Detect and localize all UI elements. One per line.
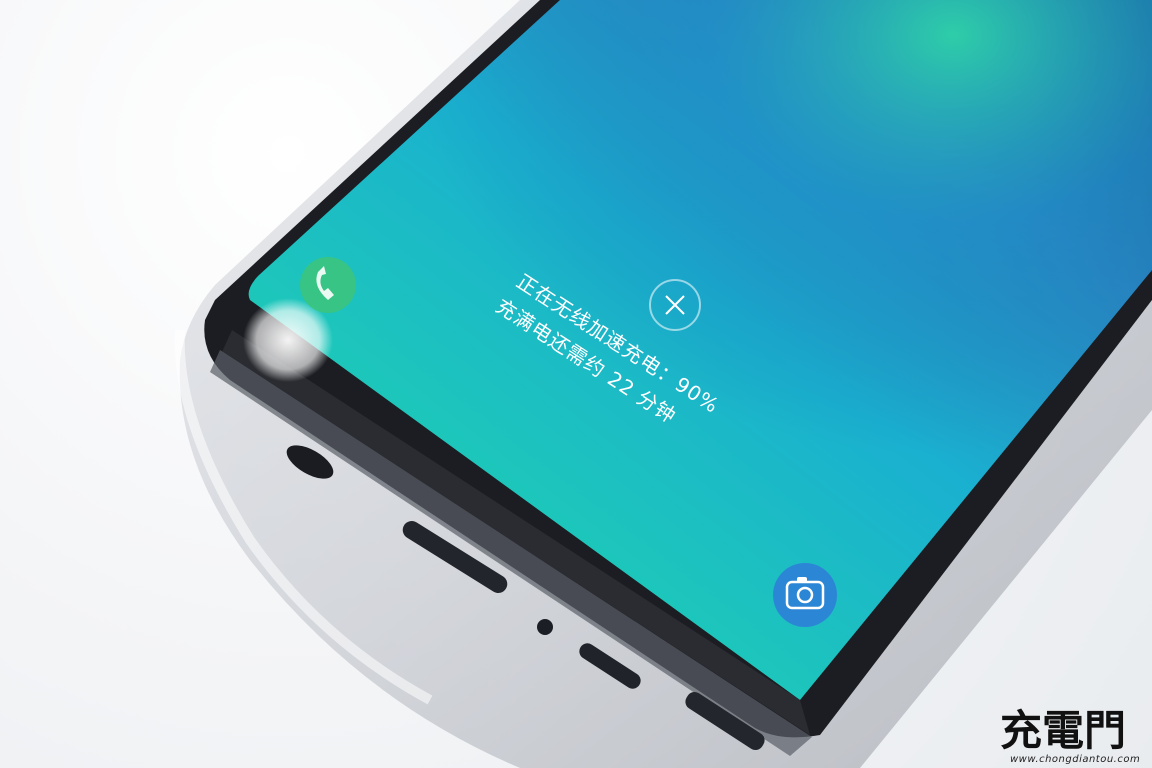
watermark-url: www.chongdiantou.com	[1010, 754, 1140, 765]
phone-call-icon	[300, 257, 356, 313]
camera-icon	[773, 563, 837, 627]
watermark-brand: 充電門	[1000, 706, 1126, 755]
photo-canvas: 正在无线加速充电：90% 充满电还需约 22 分钟 充電門 www.chongd…	[174, 0, 1152, 768]
watermark: 充電門 www.chongdiantou.com	[1000, 706, 1140, 765]
product-photo: 正在无线加速充电：90% 充满电还需约 22 分钟 充電門 www.chongd…	[0, 0, 1152, 768]
headphone-jack	[537, 619, 553, 635]
